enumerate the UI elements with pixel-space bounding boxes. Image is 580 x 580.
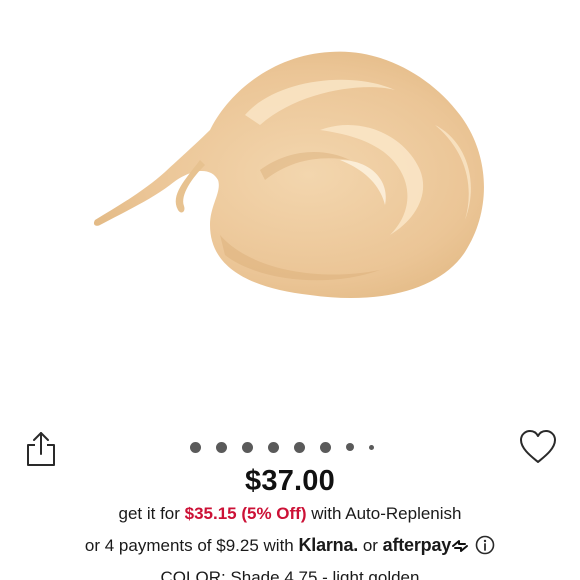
carousel-dot[interactable] [242,441,253,453]
heart-icon[interactable] [518,428,558,466]
carousel-dot[interactable] [268,441,279,453]
klarna-logo[interactable]: Klarna. [298,535,358,555]
product-detail-page: $37.00 get it for $35.15 (5% Off) with A… [0,0,580,580]
carousel-pagination[interactable] [190,441,374,453]
carousel-dot[interactable] [346,443,354,451]
installments-prefix: or 4 payments of $9.25 with [84,536,299,555]
afterpay-arrows-icon [452,540,469,552]
carousel-dot[interactable] [320,441,331,453]
autoreplenish-suffix: with Auto-Replenish [306,504,462,523]
carousel-dot[interactable] [190,441,201,453]
product-swatch-image[interactable] [60,20,520,320]
afterpay-logo[interactable]: afterpay [383,535,452,555]
installment-payments: or 4 payments of $9.25 with Klarna. or a… [0,535,580,556]
carousel-dot[interactable] [294,441,305,453]
installments-or: or [358,536,383,555]
autoreplenish-sale-price: $35.15 (5% Off) [184,504,307,523]
product-price: $37.00 [245,465,335,497]
info-icon[interactable] [475,535,495,555]
variant-color-label: COLOR: Shade 4.75 - light golden [160,568,420,580]
carousel-dot[interactable] [369,444,374,450]
autoreplenish-prefix: get it for [118,504,185,523]
carousel-dot[interactable] [216,441,227,453]
autoreplenish-offer: get it for $35.15 (5% Off) with Auto-Rep… [0,504,580,524]
share-icon[interactable] [24,430,58,468]
